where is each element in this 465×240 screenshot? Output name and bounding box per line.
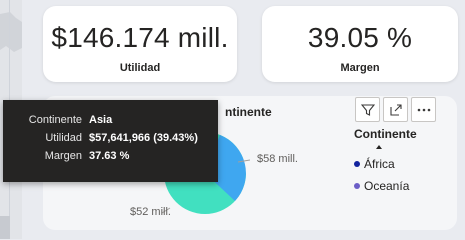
focus-mode-button[interactable] xyxy=(383,97,408,122)
kpi-card-margen[interactable]: 39.05 % Margen xyxy=(262,6,458,82)
kpi-margen-value: 39.05 % xyxy=(307,22,413,53)
tooltip-key: Margen xyxy=(44,150,82,162)
legend-label: Oceanía xyxy=(364,179,410,193)
tooltip-key: Continente xyxy=(28,114,82,126)
pie-data-label: $58 mill. xyxy=(257,153,298,165)
kpi-utilidad-value: $146.174 mill. xyxy=(51,22,229,53)
visual-header-toolbar xyxy=(355,97,439,122)
focus-mode-icon xyxy=(389,103,402,116)
tooltip-value: $57,641,966 (39.43%) xyxy=(89,132,198,144)
more-options-icon xyxy=(417,108,430,111)
map-attribution-bar xyxy=(0,216,10,239)
kpi-card-utilidad[interactable]: $146.174 mill. Utilidad xyxy=(43,6,237,82)
legend-dot-icon xyxy=(354,183,360,189)
pie-data-label: $52 mill. xyxy=(130,206,171,218)
tooltip-row: Margen 37.63 % xyxy=(3,150,218,166)
legend-item-africa[interactable]: África xyxy=(354,157,395,171)
legend-dot-icon xyxy=(354,161,360,167)
visual-title: ntinente xyxy=(225,105,272,119)
sort-arrow-icon[interactable] xyxy=(376,145,382,149)
kpi-margen-label: Margen xyxy=(340,62,380,74)
kpi-utilidad-label: Utilidad xyxy=(119,62,161,74)
tooltip-row: Continente Asia xyxy=(3,114,218,130)
tooltip: Continente Asia Utilidad $57,641,966 (39… xyxy=(3,100,218,182)
tooltip-row: Utilidad $57,641,966 (39.43%) xyxy=(3,132,218,148)
legend-label: África xyxy=(364,157,395,171)
map-landmass-shape xyxy=(0,12,22,52)
more-options-button[interactable] xyxy=(411,97,436,122)
tooltip-key: Utilidad xyxy=(45,132,82,144)
filter-icon xyxy=(360,103,375,116)
tooltip-value: 37.63 % xyxy=(89,150,130,162)
tooltip-value: Asia xyxy=(89,114,113,126)
filter-button[interactable] xyxy=(355,97,380,122)
legend-title: Continente xyxy=(354,127,417,141)
legend-item-oceania[interactable]: Oceanía xyxy=(354,179,409,193)
